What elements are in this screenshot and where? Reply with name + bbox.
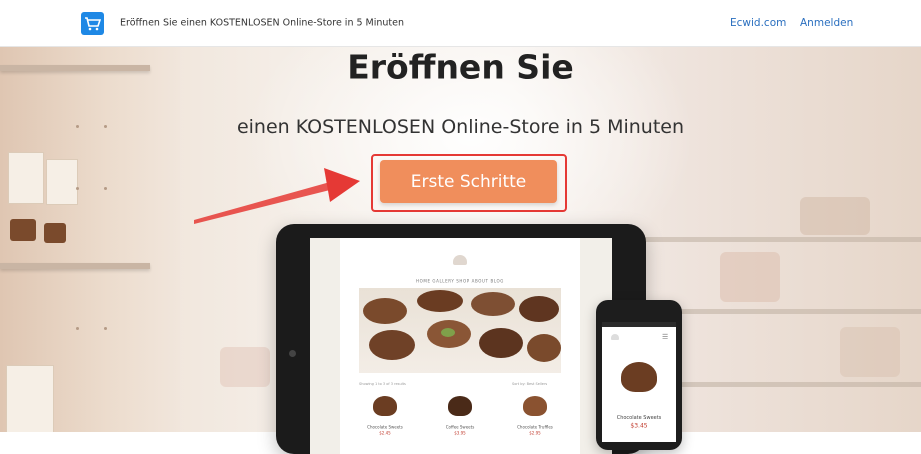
demo-store-page: HOME GALLERY SHOP ABOUT BLOG Showing 1 t…	[340, 238, 580, 454]
blurred-shelf	[681, 309, 921, 314]
product-box	[46, 159, 78, 205]
hero-subtitle: einen KOSTENLOSEN Online-Store in 5 Minu…	[236, 116, 685, 138]
chocolate-stack	[44, 223, 66, 243]
product-box	[6, 365, 54, 432]
chocolate-image	[479, 328, 523, 358]
tablet-mockup: HOME GALLERY SHOP ABOUT BLOG Showing 1 t…	[276, 224, 646, 454]
hamburger-menu-icon[interactable]: ☰	[662, 333, 668, 341]
product-name: Chocolate Truffles	[517, 424, 553, 430]
shelf	[0, 263, 150, 269]
tablet-home-button	[289, 350, 296, 357]
blurred-item	[840, 327, 900, 377]
phone-screen: ☰ Chocolate Sweets $3.45	[602, 322, 676, 442]
brand-text: Eröffnen Sie einen KOSTENLOSEN Online-St…	[120, 17, 405, 29]
blurred-item	[800, 197, 870, 235]
store-hero-image	[359, 288, 561, 373]
chocolate-stack	[10, 219, 36, 241]
product-price: $3.95	[454, 430, 466, 436]
chocolate-image	[527, 334, 561, 362]
blurred-shelf	[681, 382, 921, 387]
product-image	[523, 396, 547, 416]
wall-dot	[76, 187, 79, 190]
product-box	[8, 152, 44, 204]
red-arrow-icon	[194, 168, 360, 224]
product-price: $2.95	[529, 430, 541, 436]
get-started-button[interactable]: Erste Schritte	[380, 160, 557, 203]
nav-link-ecwid[interactable]: Ecwid.com	[730, 17, 786, 29]
wall-dot	[104, 327, 107, 330]
wall-dot	[104, 187, 107, 190]
wall-dot	[76, 327, 79, 330]
product-image	[448, 396, 472, 416]
product-image	[373, 396, 397, 416]
product-name: Coffee Sweets	[445, 424, 475, 430]
pistachio-topping	[441, 328, 455, 337]
sort-caption[interactable]: Sort by: Best Sellers	[512, 382, 547, 386]
blurred-shelf	[621, 237, 921, 242]
nav-link-login[interactable]: Anmelden	[800, 17, 853, 29]
chocolate-image	[417, 290, 463, 312]
shopping-cart-icon[interactable]	[81, 12, 104, 35]
blurred-item	[720, 252, 780, 302]
chocolate-image	[519, 296, 559, 322]
chocolate-image	[471, 292, 515, 316]
top-bar: Eröffnen Sie einen KOSTENLOSEN Online-St…	[0, 0, 921, 47]
tablet-screen: HOME GALLERY SHOP ABOUT BLOG Showing 1 t…	[310, 238, 612, 454]
results-caption: Showing 1 to 3 of 3 results	[359, 382, 406, 386]
store-logo-icon	[453, 255, 467, 265]
hero-title: Eröffnen Sie	[347, 47, 574, 87]
phone-status-bar	[602, 322, 676, 327]
product-image	[621, 362, 657, 392]
shelf-background	[0, 47, 180, 432]
store-nav: HOME GALLERY SHOP ABOUT BLOG	[416, 278, 504, 284]
store-logo-icon	[611, 334, 619, 340]
chocolate-image	[369, 330, 415, 360]
phone-product-price: $3.45	[630, 422, 648, 430]
chocolate-image	[363, 298, 407, 324]
product-price: $2.45	[379, 430, 391, 436]
product-name: Chocolate Sweets	[367, 424, 403, 430]
phone-product-name: Chocolate Sweets	[616, 415, 662, 421]
blurred-item	[220, 347, 270, 387]
phone-mockup: ☰ Chocolate Sweets $3.45	[596, 300, 682, 450]
